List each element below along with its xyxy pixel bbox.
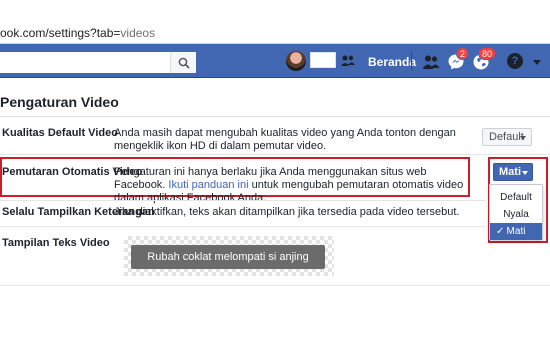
friend-requests-button[interactable] [421, 52, 441, 72]
divider [0, 154, 550, 155]
account-menu-caret-icon[interactable] [533, 60, 541, 65]
help-icon[interactable]: ? [507, 53, 523, 69]
notifications-badge: 80 [478, 47, 497, 60]
search-icon [178, 57, 190, 69]
page-title: Pengaturan Video [0, 94, 119, 110]
profile-name-button[interactable] [310, 52, 336, 68]
menu-item-default[interactable]: Default [490, 189, 542, 206]
menu-item-nyala[interactable]: Nyala [490, 206, 542, 223]
url-text[interactable]: ook.com/settings?tab=videos [0, 26, 155, 40]
friends-icon[interactable] [340, 53, 356, 69]
divider [0, 116, 550, 117]
setting-label-video-quality: Kualitas Default Video [2, 127, 118, 139]
divider [0, 200, 486, 201]
messages-badge: 2 [456, 47, 470, 60]
setting-label-caption-style: Tampilan Teks Video [2, 237, 110, 249]
video-quality-dropdown[interactable]: Default [482, 128, 532, 146]
divider [0, 285, 550, 286]
autoplay-options-menu: Default Nyala ✓ Mati [489, 184, 543, 240]
autoplay-dropdown[interactable]: Mati [493, 163, 533, 181]
home-link[interactable]: Beranda [368, 55, 416, 69]
friend-requests-icon [422, 55, 440, 69]
setting-description-captions: Jika diaktifkan, teks akan ditampilkan j… [114, 206, 460, 218]
setting-description-video-quality: Anda masih dapat mengubah kualitas video… [114, 127, 456, 152]
search-button[interactable] [170, 52, 196, 73]
check-icon: ✓ [496, 226, 505, 237]
browser-address-bar[interactable]: ook.com/settings?tab=videos [0, 0, 550, 44]
menu-item-mati[interactable]: ✓ Mati [490, 223, 542, 240]
divider [0, 226, 486, 227]
search-input[interactable] [0, 52, 196, 73]
caption-preview-text: Rubah coklat melompati si anjing malas. [131, 245, 325, 287]
autoplay-guide-link[interactable]: Ikuti panduan ini [168, 179, 248, 191]
avatar[interactable] [286, 51, 306, 71]
divider [411, 51, 412, 71]
